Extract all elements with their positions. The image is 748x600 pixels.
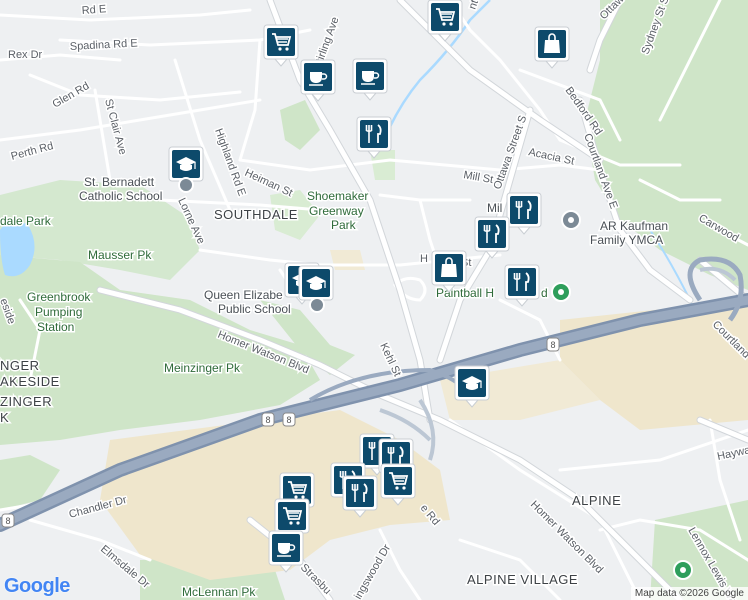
school-marker-2[interactable] (178, 177, 194, 193)
poi-label: Pumping (35, 305, 82, 319)
highway-shield-number: 8 (550, 340, 555, 350)
poi-label: Greenbrook (27, 290, 91, 304)
poi-label: St. Bernadett (84, 175, 155, 189)
highway-shield: 8 (282, 412, 296, 427)
poi-label: Family YMCA (590, 233, 663, 247)
park-label: dale Park (0, 214, 52, 228)
map-canvas[interactable]: 8 888 Rd ESpadina Rd ERex DrGlen RdPerth … (0, 0, 748, 600)
poi-label: Queen Elizabe (204, 288, 283, 302)
poi-label: Mil (487, 201, 502, 215)
park-label: Park (331, 218, 357, 232)
map-attribution[interactable]: Map data ©2026 Google (630, 587, 748, 600)
poi-label: Station (37, 320, 74, 334)
park-label: Mausser Pk (88, 248, 152, 262)
street-label: Rd E (81, 3, 106, 17)
park-label: Greenway (309, 204, 364, 218)
park-label: Meinzinger Pk (164, 361, 241, 375)
google-logo[interactable]: Google (4, 575, 70, 598)
poi-label: Public School (218, 302, 291, 316)
poi-label: d (541, 286, 548, 300)
poi-label: AR Kaufman (600, 219, 668, 233)
area-label: SOUTHDALE (214, 207, 298, 222)
street-label: H (420, 253, 428, 265)
park-label: Shoemaker (307, 189, 368, 203)
poi-label: Paintball H (436, 286, 494, 300)
highway-shield: 8 (1, 513, 15, 528)
area-label: K (0, 410, 9, 425)
school-marker[interactable] (309, 297, 325, 313)
area-label: NGER (0, 358, 40, 373)
highway-shield-number: 8 (5, 516, 10, 526)
area-label: AKESIDE (0, 374, 60, 389)
highway-shield-number: 8 (265, 415, 270, 425)
poi-label: Catholic School (79, 189, 162, 203)
park-label: McLennan Pk (182, 585, 256, 599)
highway-shield: 8 (546, 337, 560, 352)
highway-shield: 8 (261, 412, 275, 427)
street-label: Rex Dr (8, 49, 43, 61)
highway-shield-number: 8 (286, 415, 291, 425)
area-label-small: ALPINE VILLAGE (467, 572, 578, 587)
area-label: ALPINE (572, 493, 621, 508)
area-label: ZINGER (0, 394, 52, 409)
